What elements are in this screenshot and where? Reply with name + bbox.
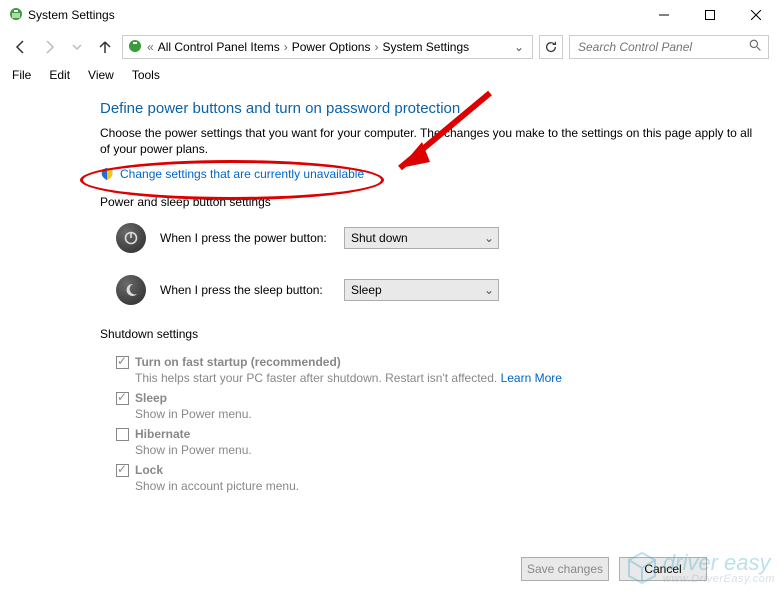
titlebar: System Settings: [0, 0, 779, 30]
section-shutdown: Shutdown settings: [100, 327, 761, 341]
chevron-right-icon[interactable]: ›: [284, 40, 288, 54]
breadcrumb-icon: [127, 38, 143, 57]
watermark-logo-icon: [627, 551, 657, 585]
power-button-value: Shut down: [351, 231, 408, 245]
window-title: System Settings: [24, 8, 641, 22]
search-field[interactable]: [576, 39, 749, 55]
chevron-down-icon: ⌄: [484, 231, 494, 245]
lock-row: Lock: [116, 463, 761, 477]
sleep-button-value: Sleep: [351, 283, 382, 297]
breadcrumb-item-1[interactable]: Power Options: [292, 40, 371, 54]
sleep-label: Sleep: [135, 391, 167, 405]
chevron-down-icon: ⌄: [484, 283, 494, 297]
minimize-button[interactable]: [641, 0, 687, 30]
sleep-row: Sleep: [116, 391, 761, 405]
up-button[interactable]: [94, 36, 116, 58]
menu-view[interactable]: View: [88, 68, 114, 82]
breadcrumb-item-2[interactable]: System Settings: [382, 40, 469, 54]
page-subtext: Choose the power settings that you want …: [100, 125, 761, 157]
hibernate-row: Hibernate: [116, 427, 761, 441]
change-settings-row: Change settings that are currently unava…: [100, 167, 761, 181]
section-power-sleep: Power and sleep button settings: [100, 195, 761, 209]
forward-button[interactable]: [38, 36, 60, 58]
hibernate-label: Hibernate: [135, 427, 190, 441]
menu-edit[interactable]: Edit: [49, 68, 70, 82]
search-icon: [749, 39, 762, 55]
power-button-select[interactable]: Shut down ⌄: [344, 227, 499, 249]
maximize-button[interactable]: [687, 0, 733, 30]
lock-sub: Show in account picture menu.: [135, 479, 761, 493]
lock-checkbox[interactable]: [116, 464, 129, 477]
breadcrumb[interactable]: « All Control Panel Items › Power Option…: [122, 35, 533, 59]
sleep-sub: Show in Power menu.: [135, 407, 761, 421]
page-title: Define power buttons and turn on passwor…: [100, 100, 761, 117]
watermark: driver easy www.DriverEasy.com: [627, 551, 775, 585]
menu-file[interactable]: File: [12, 68, 31, 82]
change-settings-link[interactable]: Change settings that are currently unava…: [120, 167, 364, 181]
watermark-main: driver easy: [663, 552, 775, 574]
fast-startup-checkbox[interactable]: [116, 356, 129, 369]
watermark-sub: www.DriverEasy.com: [663, 574, 775, 585]
save-changes-button[interactable]: Save changes: [521, 557, 609, 581]
menubar: File Edit View Tools: [0, 64, 779, 90]
sleep-button-select[interactable]: Sleep ⌄: [344, 279, 499, 301]
content: Define power buttons and turn on passwor…: [100, 100, 761, 499]
power-button-row: When I press the power button: Shut down…: [116, 223, 761, 253]
shield-icon: [100, 167, 114, 181]
recent-locations-button[interactable]: [66, 36, 88, 58]
menu-tools[interactable]: Tools: [132, 68, 160, 82]
sleep-checkbox[interactable]: [116, 392, 129, 405]
sleep-button-row: When I press the sleep button: Sleep ⌄: [116, 275, 761, 305]
chevron-right-icon[interactable]: ›: [374, 40, 378, 54]
breadcrumb-item-0[interactable]: All Control Panel Items: [158, 40, 280, 54]
hibernate-checkbox[interactable]: [116, 428, 129, 441]
lock-label: Lock: [135, 463, 163, 477]
search-input[interactable]: [569, 35, 769, 59]
refresh-button[interactable]: [539, 35, 563, 59]
chevron-down-icon[interactable]: ⌄: [510, 40, 528, 54]
back-button[interactable]: [10, 36, 32, 58]
sleep-button-label: When I press the sleep button:: [160, 283, 330, 297]
fast-startup-row: Turn on fast startup (recommended): [116, 355, 761, 369]
breadcrumb-sep: «: [147, 40, 154, 54]
close-button[interactable]: [733, 0, 779, 30]
power-button-label: When I press the power button:: [160, 231, 330, 245]
hibernate-sub: Show in Power menu.: [135, 443, 761, 457]
shutdown-settings: Turn on fast startup (recommended) This …: [100, 355, 761, 493]
power-icon: [116, 223, 146, 253]
navbar: « All Control Panel Items › Power Option…: [0, 30, 779, 64]
learn-more-link[interactable]: Learn More: [501, 371, 562, 385]
app-icon: [8, 6, 24, 25]
fast-startup-label: Turn on fast startup (recommended): [135, 355, 341, 369]
moon-icon: [116, 275, 146, 305]
fast-startup-sub: This helps start your PC faster after sh…: [135, 371, 761, 385]
